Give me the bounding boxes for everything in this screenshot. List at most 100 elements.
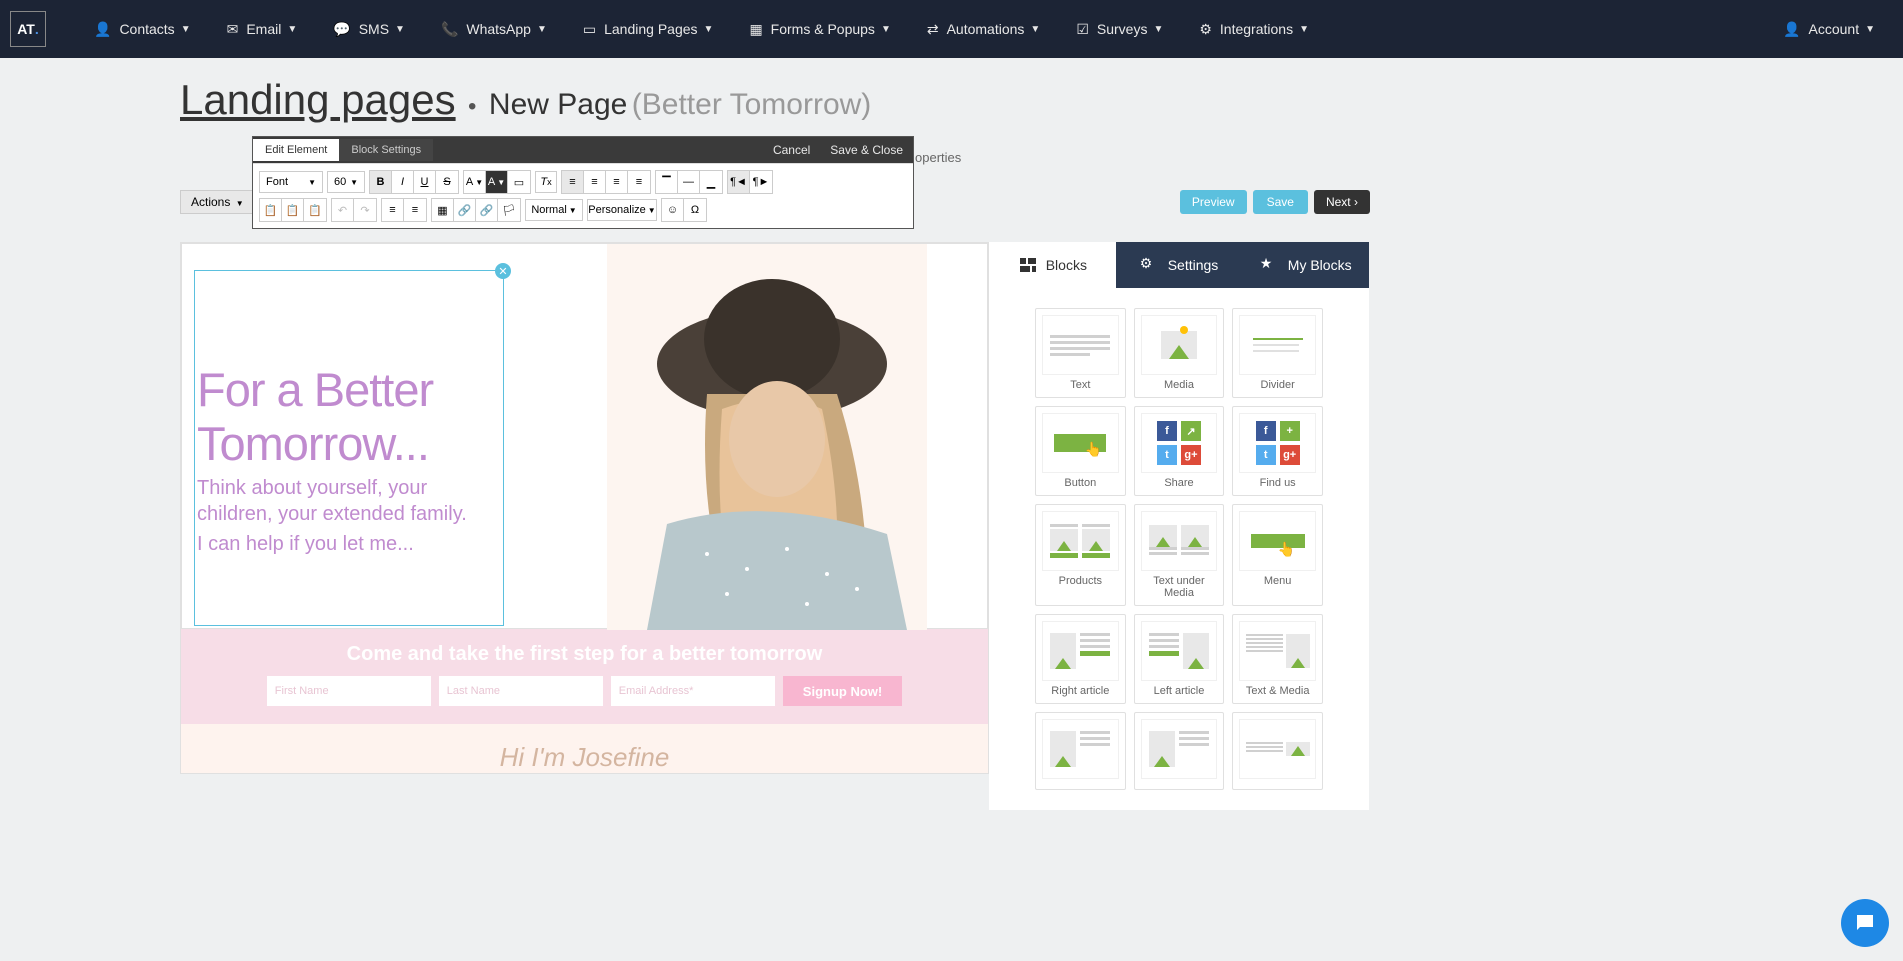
insert-group: ▦ 🔗 🔗 🏳 bbox=[431, 198, 521, 222]
underline-button[interactable]: U bbox=[414, 171, 436, 193]
preview-button[interactable]: Preview bbox=[1180, 190, 1247, 214]
block-text[interactable]: Text bbox=[1035, 308, 1126, 398]
hero-paragraph-1[interactable]: Think about yourself, your children, you… bbox=[197, 475, 501, 527]
intro-heading[interactable]: Hi I'm Josefine bbox=[181, 724, 988, 773]
font-size-select[interactable]: 60▼ bbox=[327, 171, 365, 193]
nav-forms[interactable]: ▦Forms & Popups▼ bbox=[731, 0, 908, 58]
valign-bottom-button[interactable]: ▁ bbox=[700, 171, 722, 193]
background-color-button[interactable]: ▭ bbox=[508, 171, 530, 193]
editor-tabs: Edit Element Block Settings Cancel Save … bbox=[253, 137, 913, 163]
tab-edit-element[interactable]: Edit Element bbox=[253, 139, 339, 161]
block-divider[interactable]: Divider bbox=[1232, 308, 1323, 398]
anchor-button[interactable]: 🏳 bbox=[498, 199, 520, 221]
block-share[interactable]: f↗tg+ Share bbox=[1134, 406, 1225, 496]
emoji-button[interactable]: ☺ bbox=[662, 199, 684, 221]
block-text-under-media[interactable]: Text under Media bbox=[1134, 504, 1225, 606]
personalize-label: Personalize bbox=[588, 204, 645, 216]
landing-page-canvas[interactable]: ✕ For a Better Tomorrow... Think about y… bbox=[180, 242, 989, 774]
first-name-input[interactable] bbox=[267, 676, 431, 706]
nav-whatsapp[interactable]: 📞WhatsApp▼ bbox=[423, 0, 565, 58]
block-right-article[interactable]: Right article bbox=[1035, 614, 1126, 704]
block-extra-2[interactable] bbox=[1134, 712, 1225, 790]
ordered-list-button[interactable]: ≡ bbox=[382, 199, 404, 221]
paste-text-button[interactable]: 📋 bbox=[304, 199, 326, 221]
valign-middle-button[interactable]: — bbox=[678, 171, 700, 193]
nav-account[interactable]: 👤Account▼ bbox=[1765, 0, 1893, 58]
italic-button[interactable]: I bbox=[392, 171, 414, 193]
personalize-select[interactable]: Personalize▼ bbox=[587, 199, 657, 221]
block-button[interactable]: 👆 Button bbox=[1035, 406, 1126, 496]
block-left-article[interactable]: Left article bbox=[1134, 614, 1225, 704]
next-button[interactable]: Next › bbox=[1314, 190, 1370, 214]
copy-button[interactable]: 📋 bbox=[260, 199, 282, 221]
strikethrough-button[interactable]: S bbox=[436, 171, 458, 193]
brand-logo[interactable]: AT. bbox=[10, 11, 46, 47]
align-center-button[interactable]: ≡ bbox=[584, 171, 606, 193]
tab-settings[interactable]: ⚙ Settings bbox=[1116, 242, 1243, 288]
nav-email[interactable]: ✉Email▼ bbox=[209, 0, 316, 58]
paragraph-style-select[interactable]: Normal▼ bbox=[525, 199, 583, 221]
signup-button[interactable]: Signup Now! bbox=[783, 676, 902, 706]
chat-support-fab[interactable] bbox=[1841, 899, 1889, 947]
align-right-button[interactable]: ≡ bbox=[606, 171, 628, 193]
close-element-button[interactable]: ✕ bbox=[495, 263, 511, 279]
nav-integrations[interactable]: ⚙Integrations▼ bbox=[1181, 0, 1327, 58]
ltr-button[interactable]: ¶◄ bbox=[728, 171, 750, 193]
undo-button[interactable]: ↶ bbox=[332, 199, 354, 221]
cta-section[interactable]: Come and take the first step for a bette… bbox=[181, 629, 988, 724]
nav-landing-pages[interactable]: ▭Landing Pages▼ bbox=[565, 0, 732, 58]
clipboard-group: 📋 📋 📋 bbox=[259, 198, 327, 222]
highlight-color-button[interactable]: A▼ bbox=[486, 171, 508, 193]
block-products[interactable]: Products bbox=[1035, 504, 1126, 606]
surveys-icon: ☑ bbox=[1076, 21, 1089, 38]
nav-contacts[interactable]: 👤Contacts▼ bbox=[76, 0, 209, 58]
email-input[interactable] bbox=[611, 676, 775, 706]
nav-surveys[interactable]: ☑Surveys▼ bbox=[1058, 0, 1181, 58]
block-media[interactable]: Media bbox=[1134, 308, 1225, 398]
editor-save-close-button[interactable]: Save & Close bbox=[820, 143, 913, 157]
hero-text-element-selected[interactable]: ✕ For a Better Tomorrow... Think about y… bbox=[194, 270, 504, 626]
direction-group: ¶◄ ¶► bbox=[727, 170, 773, 194]
block-extra-1[interactable] bbox=[1035, 712, 1126, 790]
hero-image[interactable] bbox=[607, 244, 927, 630]
nav-sms[interactable]: 💬SMS▼ bbox=[315, 0, 423, 58]
paste-button[interactable]: 📋 bbox=[282, 199, 304, 221]
tab-blocks[interactable]: Blocks bbox=[989, 242, 1116, 288]
align-left-button[interactable]: ≡ bbox=[562, 171, 584, 193]
unordered-list-button[interactable]: ≡ bbox=[404, 199, 426, 221]
block-find-us[interactable]: f+tg+ Find us bbox=[1232, 406, 1323, 496]
nav-label: Account bbox=[1809, 21, 1860, 37]
valign-top-button[interactable]: ▔ bbox=[656, 171, 678, 193]
actions-dropdown[interactable]: Actions ▼ bbox=[180, 190, 255, 214]
forms-icon: ▦ bbox=[749, 21, 762, 38]
special-char-button[interactable]: Ω bbox=[684, 199, 706, 221]
block-preview bbox=[1141, 719, 1218, 779]
breadcrumb-root-link[interactable]: Landing pages bbox=[180, 76, 456, 123]
nav-automations[interactable]: ⇄Automations▼ bbox=[909, 0, 1058, 58]
hero-title[interactable]: For a Better Tomorrow... bbox=[197, 363, 501, 471]
block-text-media[interactable]: Text & Media bbox=[1232, 614, 1323, 704]
align-justify-button[interactable]: ≡ bbox=[628, 171, 650, 193]
tab-my-blocks[interactable]: ★ My Blocks bbox=[1242, 242, 1369, 288]
last-name-input[interactable] bbox=[439, 676, 603, 706]
editor-cancel-button[interactable]: Cancel bbox=[763, 143, 820, 157]
hero-paragraph-2[interactable]: I can help if you let me... bbox=[197, 531, 501, 557]
hero-section[interactable]: ✕ For a Better Tomorrow... Think about y… bbox=[181, 243, 988, 629]
tab-block-settings[interactable]: Block Settings bbox=[339, 139, 433, 161]
text-color-button[interactable]: A▼ bbox=[464, 171, 486, 193]
block-extra-3[interactable] bbox=[1232, 712, 1323, 790]
properties-link-partial[interactable]: operties bbox=[915, 150, 961, 165]
table-button[interactable]: ▦ bbox=[432, 199, 454, 221]
save-button[interactable]: Save bbox=[1253, 190, 1308, 214]
link-button[interactable]: 🔗 bbox=[454, 199, 476, 221]
bold-button[interactable]: B bbox=[370, 171, 392, 193]
cta-heading[interactable]: Come and take the first step for a bette… bbox=[181, 643, 988, 666]
clear-formatting-button[interactable]: Tx bbox=[535, 171, 557, 193]
block-label: Text bbox=[1042, 379, 1119, 391]
unlink-button[interactable]: 🔗 bbox=[476, 199, 498, 221]
font-family-select[interactable]: Font▼ bbox=[259, 171, 323, 193]
block-menu[interactable]: 👆 Menu bbox=[1232, 504, 1323, 606]
nav-label: Forms & Popups bbox=[771, 21, 875, 37]
rtl-button[interactable]: ¶► bbox=[750, 171, 772, 193]
redo-button[interactable]: ↷ bbox=[354, 199, 376, 221]
